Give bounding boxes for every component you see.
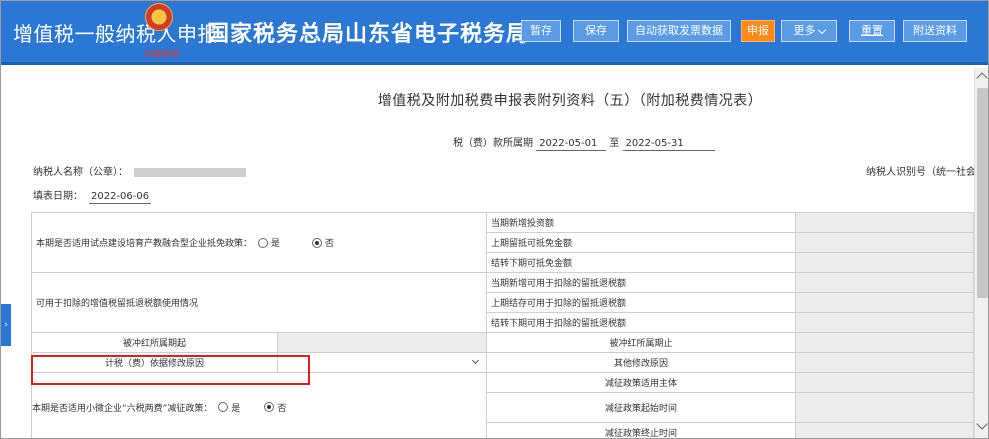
red-start-field[interactable] [277, 332, 487, 353]
taxpayer-id-label: 纳税人识别号（统一社会信 [866, 167, 974, 178]
r5-value-1[interactable] [795, 392, 974, 423]
redacted-name [134, 167, 246, 177]
small-micro-no-radio[interactable] [264, 402, 275, 412]
red-start-label: 被冲红所属期起 [31, 332, 278, 353]
no-label: 否 [325, 239, 335, 249]
auto-fetch-invoice-button[interactable]: 自动获取发票数据 [627, 20, 731, 42]
header-bar: 增值税一般纳税人申报 中国税务 国家税务总局山东省电子税务局 暂存 保存 自动获… [1, 1, 988, 65]
other-reason-label: 其他修改原因 [486, 352, 796, 373]
pilot-yes-radio[interactable] [258, 237, 269, 248]
r1-item-1: 上期留抵可抵免金额 [486, 232, 796, 253]
r5-item-0: 减征政策适用主体 [486, 372, 796, 393]
period-end-field[interactable]: 2022-05-31 [622, 138, 715, 151]
r5-item-2: 减征政策终止时间 [486, 422, 796, 438]
r2-item-1: 上期结存可用于扣除的留抵退税额 [486, 292, 796, 313]
pilot-no-radio[interactable] [312, 237, 323, 248]
bureau-title: 国家税务总局山东省电子税务局 [207, 22, 530, 47]
reset-button[interactable]: 重置 [849, 20, 895, 42]
r1-value-2[interactable] [795, 252, 974, 273]
refund-usage-label: 可用于扣除的增值税留抵退税额使用情况 [31, 272, 487, 333]
r2-value-2[interactable] [795, 312, 974, 333]
yes-label: 是 [271, 239, 281, 249]
r1-item-0: 当期新增投资额 [486, 212, 796, 233]
small-micro-policy-cell: 本期是否适用小微企业“六税两费”减征政策： 是 否 [31, 372, 487, 438]
chevron-down-icon [471, 356, 480, 365]
fill-date-label: 填表日期： [33, 191, 83, 202]
pilot-policy-label: 本期是否适用试点建设培育产教融合型企业抵免政策： [36, 239, 253, 249]
more-button[interactable]: 更多 [781, 20, 837, 42]
taxpayer-label: 纳税人名称（公章）： [33, 167, 128, 178]
attach-materials-button[interactable]: 附送资料 [903, 20, 967, 42]
stash-button[interactable]: 暂存 [521, 20, 561, 42]
r1-value-1[interactable] [795, 232, 974, 253]
period-label: 税（费）款所属期 [453, 138, 533, 149]
r5-value-0[interactable] [795, 372, 974, 393]
declare-button[interactable]: 申报 [741, 20, 775, 42]
r2-value-1[interactable] [795, 292, 974, 313]
tax-period: 税（费）款所属期 2022-05-01 至 2022-05-31 [453, 134, 715, 151]
r2-item-0: 当期新增可用于扣除的留抵退税额 [486, 272, 796, 293]
tax-emblem-icon [145, 3, 173, 31]
scrollbar-thumb[interactable] [977, 88, 988, 298]
small-micro-policy-label: 本期是否适用小微企业“六税两费”减征政策： [32, 403, 213, 414]
save-button[interactable]: 保存 [573, 20, 619, 42]
r2-value-0[interactable] [795, 272, 974, 293]
more-label: 更多 [793, 24, 816, 37]
scroll-up-icon[interactable] [976, 72, 988, 84]
r5-item-1: 减征政策起始时间 [486, 392, 796, 423]
r5-value-2[interactable] [795, 422, 974, 438]
modify-reason-label: 计税（费）依据修改原因 [31, 352, 278, 373]
taxpayer-name: 纳税人名称（公章）： [33, 163, 246, 178]
emblem-subtitle: 中国税务 [143, 50, 180, 60]
yes-label: 是 [231, 403, 241, 414]
r2-item-2: 结转下期可用于扣除的留抵退税额 [486, 312, 796, 333]
period-start-field[interactable]: 2022-05-01 [536, 138, 607, 151]
r1-value-0[interactable] [795, 212, 974, 233]
form-content: 增值税及附加税费申报表附列资料（五）（附加税费情况表） 税（费）款所属期 202… [1, 68, 974, 438]
app-title: 增值税一般纳税人申报 [13, 22, 218, 46]
scroll-down-icon[interactable] [976, 418, 988, 430]
page-title: 增值税及附加税费申报表附列资料（五）（附加税费情况表） [377, 93, 763, 109]
period-to-label: 至 [609, 138, 620, 149]
app-window: 增值税一般纳税人申报 中国税务 国家税务总局山东省电子税务局 暂存 保存 自动获… [0, 0, 989, 439]
fill-date-value: 2022-06-06 [89, 191, 152, 204]
r1-item-2: 结转下期可抵免金额 [486, 252, 796, 273]
vertical-scrollbar[interactable] [974, 68, 988, 438]
red-end-label: 被冲红所属期止 [486, 332, 796, 353]
chevron-down-icon [817, 25, 826, 34]
red-end-field[interactable] [795, 332, 974, 353]
small-micro-yes-radio[interactable] [218, 402, 229, 412]
modify-reason-select[interactable] [277, 352, 487, 373]
fill-date: 填表日期： 2022-06-06 [33, 187, 152, 204]
no-label: 否 [277, 403, 287, 414]
pilot-policy-cell: 本期是否适用试点建设培育产教融合型企业抵免政策： 是 否 [31, 212, 487, 273]
other-reason-field[interactable] [795, 352, 974, 373]
side-expand-tab[interactable]: › [1, 304, 11, 346]
